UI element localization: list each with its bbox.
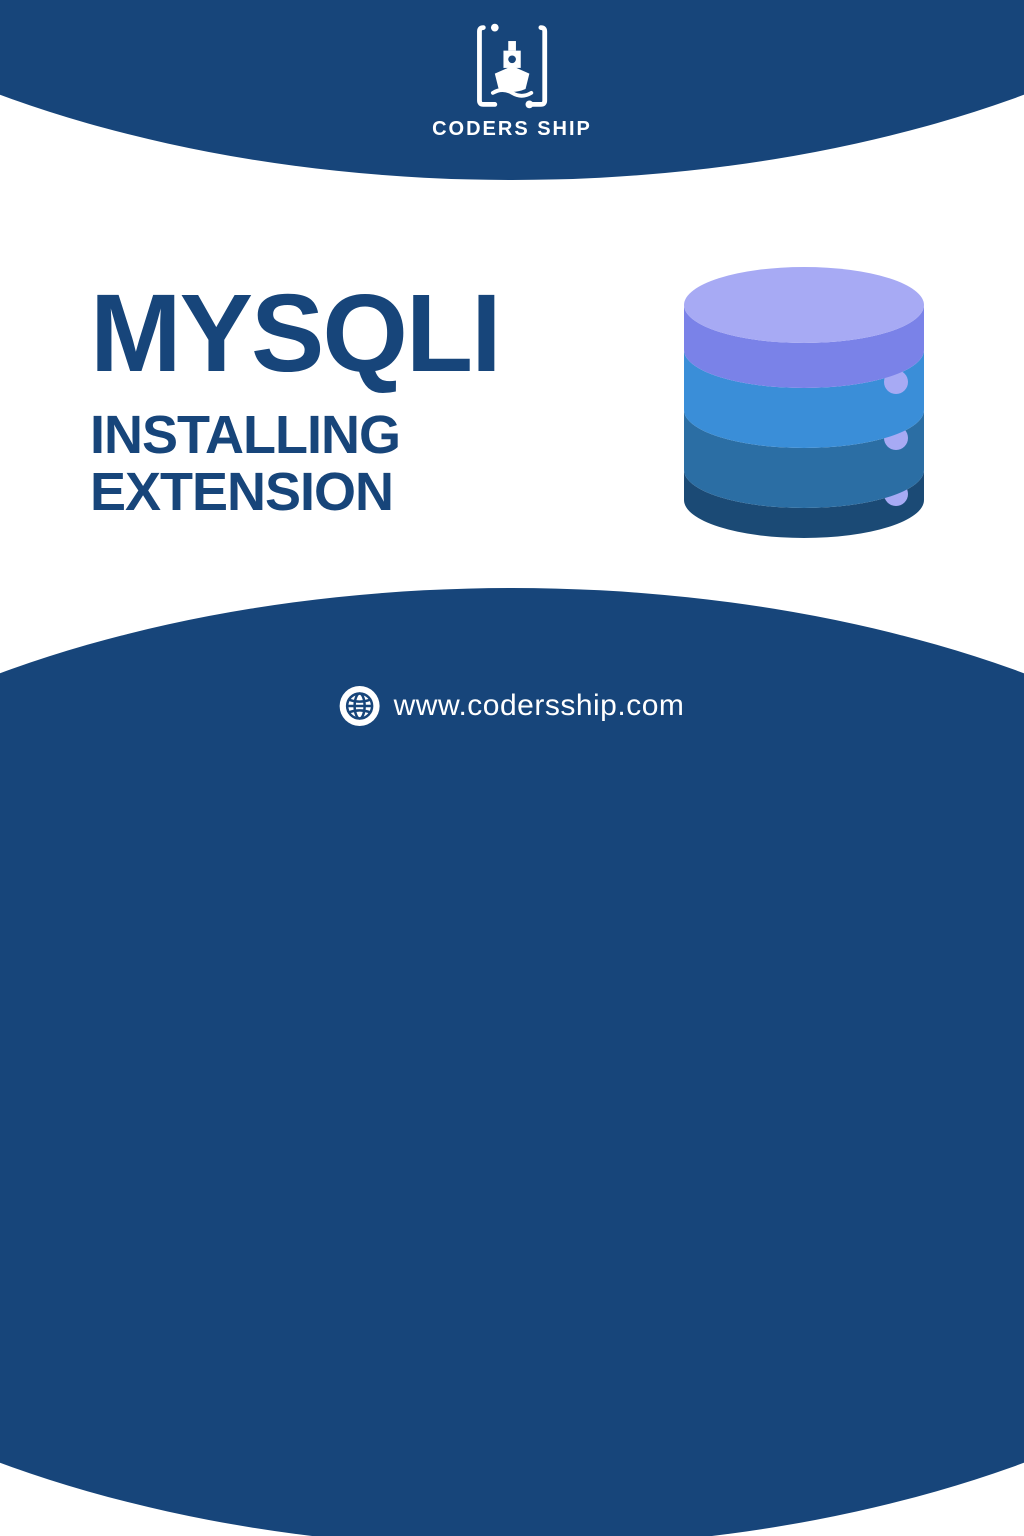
ship-logo-icon	[464, 18, 560, 114]
headline-sub-line1: INSTALLING	[90, 407, 500, 464]
headline-sub-line2: EXTENSION	[90, 464, 500, 521]
headline-subtitle: INSTALLING EXTENSION	[90, 407, 500, 520]
footer: www.codersship.com	[340, 686, 685, 726]
brand-name: CODERS SHIP	[432, 118, 592, 141]
headline-title: MYSQLI	[90, 279, 500, 389]
brand-logo: CODERS SHIP	[432, 18, 592, 141]
headline-block: MYSQLI INSTALLING EXTENSION	[90, 279, 500, 520]
footer-url: www.codersship.com	[394, 689, 685, 723]
globe-icon	[340, 686, 380, 726]
bottom-arc-decoration	[0, 588, 1024, 1536]
database-icon	[664, 250, 944, 550]
main-content: MYSQLI INSTALLING EXTENSION	[90, 250, 944, 550]
